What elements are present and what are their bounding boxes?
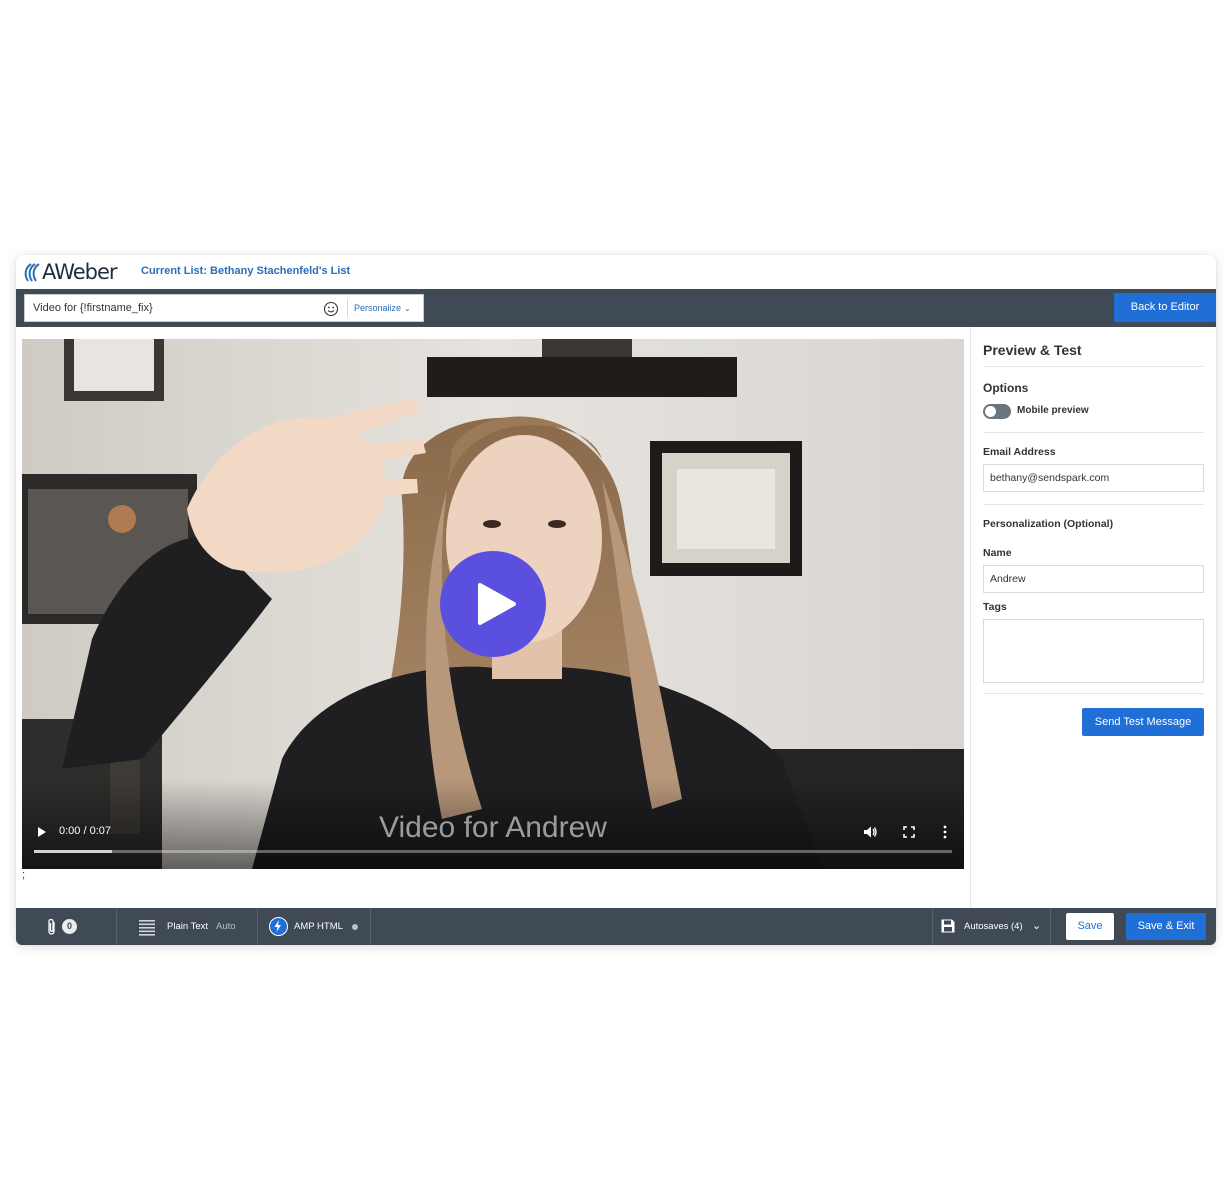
aweber-logo-icon [24, 263, 40, 282]
attachments-count-badge: 0 [62, 919, 77, 934]
plain-text-label[interactable]: Plain Text [167, 921, 208, 932]
subject-field[interactable]: Video for {!firstname_fix} Personalize ⌄ [24, 294, 424, 322]
lightning-icon [274, 920, 281, 932]
name-label: Name [983, 547, 1012, 559]
more-options-icon[interactable] [941, 824, 949, 840]
back-to-editor-button[interactable]: Back to Editor [1114, 293, 1216, 322]
name-input[interactable]: Andrew [983, 565, 1204, 593]
chevron-down-icon[interactable]: ⌄ [1032, 919, 1041, 932]
bottom-toolbar: 0 Plain Text Auto AMP HTML Autosaves (4)… [16, 908, 1216, 945]
personalize-label: Personalize [354, 303, 402, 313]
tags-label: Tags [983, 601, 1007, 613]
divider [983, 504, 1204, 505]
divider [1050, 908, 1051, 945]
divider [983, 366, 1204, 367]
video-time: 0:00 / 0:07 [59, 825, 111, 837]
video-progress-fill [34, 850, 113, 853]
logo-text: AWeber [42, 260, 118, 284]
mobile-preview-toggle[interactable] [983, 404, 1011, 419]
subject-toolbar: Video for {!firstname_fix} Personalize ⌄ … [16, 289, 1216, 327]
play-icon [478, 583, 516, 625]
video-progress-bar[interactable] [34, 850, 952, 853]
divider [983, 693, 1204, 694]
plain-text-mode[interactable]: Auto [216, 921, 236, 932]
top-header: AWeber Current List: Bethany Stachenfeld… [16, 255, 1216, 289]
body-text[interactable]: ; [22, 869, 25, 881]
personalization-heading: Personalization (Optional) [983, 518, 1114, 530]
amp-html-label[interactable]: AMP HTML [294, 921, 343, 932]
email-address-input[interactable]: bethany@sendspark.com [983, 464, 1204, 492]
divider [932, 908, 933, 945]
amp-lightning-icon[interactable] [269, 917, 288, 936]
play-control-icon[interactable] [36, 825, 48, 839]
volume-icon[interactable] [862, 824, 878, 840]
chevron-down-icon: ⌄ [404, 304, 411, 313]
send-test-message-button[interactable]: Send Test Message [1082, 708, 1204, 736]
amp-status-dot [352, 924, 358, 930]
emoji-icon[interactable] [323, 301, 339, 317]
divider [983, 432, 1204, 433]
fullscreen-icon[interactable] [901, 824, 917, 840]
video-player[interactable]: Video for Andrew 0:00 / 0:07 [22, 339, 964, 869]
panel-title: Preview & Test [983, 342, 1082, 358]
email-address-label: Email Address [983, 446, 1056, 458]
save-disk-icon[interactable] [940, 918, 956, 934]
mobile-preview-label: Mobile preview [1017, 405, 1089, 416]
divider [257, 908, 258, 945]
save-button[interactable]: Save [1066, 913, 1114, 940]
current-list-label[interactable]: Current List: Bethany Stachenfeld's List [141, 265, 350, 277]
options-heading: Options [983, 381, 1029, 395]
save-exit-button[interactable]: Save & Exit [1126, 913, 1206, 940]
aweber-logo[interactable]: AWeber [22, 260, 118, 284]
email-editor-window: AWeber Current List: Bethany Stachenfeld… [16, 255, 1216, 945]
panel-divider [970, 327, 971, 907]
subject-input[interactable]: Video for {!firstname_fix} [33, 302, 153, 314]
divider [370, 908, 371, 945]
toggle-knob [985, 406, 996, 417]
play-button-overlay[interactable] [440, 551, 546, 657]
plain-text-icon[interactable] [138, 918, 156, 936]
autosaves-dropdown[interactable]: Autosaves (4) [964, 921, 1023, 932]
video-caption: Video for Andrew [379, 811, 607, 844]
personalize-dropdown[interactable]: Personalize ⌄ [347, 299, 419, 317]
preview-test-panel: Preview & Test Options Mobile preview Em… [983, 327, 1204, 907]
divider [116, 908, 117, 945]
tags-input[interactable] [983, 619, 1204, 683]
paperclip-icon[interactable] [46, 918, 58, 936]
